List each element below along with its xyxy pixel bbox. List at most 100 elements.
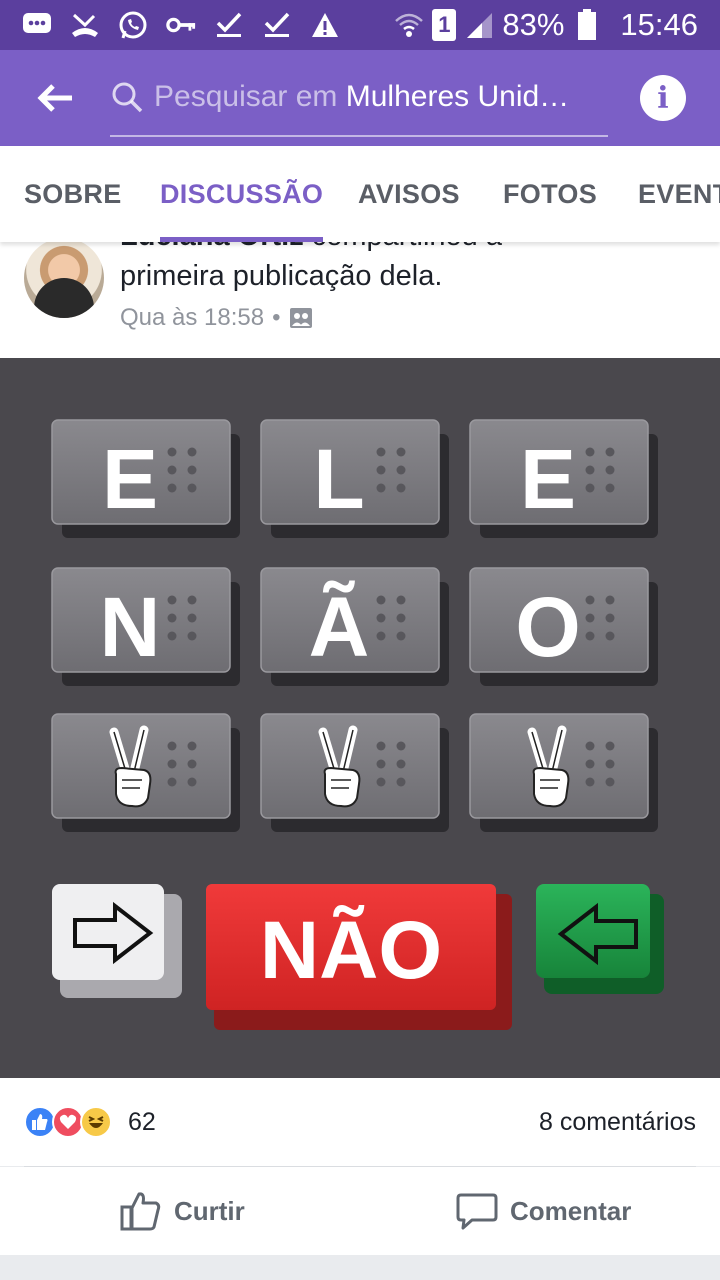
image-key: Ã bbox=[260, 567, 449, 686]
braille-dot bbox=[396, 613, 406, 623]
comments-count[interactable]: 8 comentários bbox=[539, 1108, 696, 1137]
braille-dot bbox=[376, 465, 386, 475]
braille-dot bbox=[585, 741, 595, 751]
braille-dot bbox=[187, 447, 197, 457]
key-icon bbox=[166, 10, 196, 40]
thumbs-up-icon bbox=[120, 1192, 161, 1231]
braille-dot bbox=[605, 613, 615, 623]
braille-dot bbox=[167, 741, 177, 751]
braille-dot bbox=[396, 447, 406, 457]
braille-dot bbox=[605, 759, 615, 769]
braille-dot bbox=[396, 595, 406, 605]
braille-dot bbox=[585, 759, 595, 769]
battery-icon bbox=[572, 9, 602, 40]
author-name[interactable]: Luciana Ortiz bbox=[120, 242, 304, 252]
reaction-icons[interactable] bbox=[24, 1106, 112, 1138]
comment-label: Comentar bbox=[510, 1195, 632, 1226]
tab-avisos[interactable]: AVISOS bbox=[358, 146, 460, 242]
back-arrow-icon bbox=[37, 84, 72, 112]
braille-dot bbox=[376, 595, 386, 605]
braille-dot bbox=[605, 631, 615, 641]
braille-dot bbox=[187, 741, 197, 751]
comment-button[interactable]: Comentar bbox=[456, 1167, 631, 1255]
key-letter: L bbox=[313, 432, 364, 526]
braille-dot bbox=[605, 483, 615, 493]
braille-dot bbox=[605, 465, 615, 475]
keyboard-image: E L EN Ã O NÃO bbox=[51, 419, 664, 1030]
tab-fotos[interactable]: FOTOS bbox=[503, 146, 597, 242]
braille-dot bbox=[187, 613, 197, 623]
braille-dot bbox=[396, 483, 406, 493]
braille-dot bbox=[187, 759, 197, 769]
braille-dot bbox=[167, 483, 177, 493]
braille-dot bbox=[167, 465, 177, 475]
tab-sobre[interactable]: SOBRE bbox=[24, 146, 122, 242]
braille-dot bbox=[585, 777, 595, 787]
braille-dot bbox=[376, 741, 386, 751]
sim-slot-badge: 1 bbox=[432, 9, 457, 41]
braille-dot bbox=[167, 759, 177, 769]
image-key: L bbox=[260, 419, 449, 538]
chat-icon bbox=[22, 10, 52, 40]
braille-dot bbox=[605, 777, 615, 787]
braille-dot bbox=[167, 447, 177, 457]
search-icon bbox=[112, 82, 143, 113]
braille-dot bbox=[585, 483, 595, 493]
braille-dot bbox=[605, 447, 615, 457]
wifi-icon bbox=[394, 10, 424, 40]
braille-dot bbox=[167, 631, 177, 641]
group-tabs: SOBRE DISCUSSÃO AVISOS FOTOS EVENT bbox=[0, 146, 720, 242]
arrow-left-key bbox=[536, 884, 664, 994]
feed-gap bbox=[0, 1255, 720, 1280]
meta-separator: • bbox=[272, 304, 281, 331]
status-bar: 1 83% 15:46 bbox=[0, 0, 720, 50]
braille-dot bbox=[187, 465, 197, 475]
reaction-count[interactable]: 62 bbox=[128, 1108, 156, 1137]
post-actions: Curtir Comentar bbox=[0, 1167, 720, 1255]
braille-dot bbox=[605, 595, 615, 605]
braille-dot bbox=[396, 777, 406, 787]
group-icon bbox=[289, 308, 312, 328]
braille-dot bbox=[376, 483, 386, 493]
signal-icon bbox=[464, 10, 494, 40]
braille-dot bbox=[605, 741, 615, 751]
search-input[interactable]: Pesquisar em Mulheres Unid… bbox=[110, 59, 608, 137]
key-letter: N bbox=[100, 580, 161, 674]
image-key: E bbox=[469, 419, 658, 538]
search-placeholder: Pesquisar em Mulheres Unid… bbox=[154, 80, 570, 113]
image-key: O bbox=[469, 567, 658, 686]
braille-dot bbox=[396, 759, 406, 769]
tab-discussao[interactable]: DISCUSSÃO bbox=[160, 146, 324, 242]
like-label: Curtir bbox=[174, 1195, 245, 1226]
warning-icon bbox=[310, 10, 340, 40]
braille-dot bbox=[585, 447, 595, 457]
braille-dot bbox=[396, 631, 406, 641]
braille-dot bbox=[376, 759, 386, 769]
avatar[interactable] bbox=[24, 242, 104, 318]
tab-eventos[interactable]: EVENT bbox=[638, 146, 720, 242]
like-button[interactable]: Curtir bbox=[120, 1167, 245, 1255]
post-image[interactable]: ELENÃO NÃO bbox=[0, 358, 720, 1078]
key-letter: Ã bbox=[309, 580, 370, 674]
braille-dot bbox=[187, 483, 197, 493]
image-key bbox=[260, 713, 449, 832]
info-icon: i bbox=[657, 80, 669, 116]
nao-button-label: NÃO bbox=[260, 905, 442, 996]
braille-dot bbox=[167, 613, 177, 623]
comment-icon bbox=[456, 1193, 498, 1230]
braille-dot bbox=[376, 631, 386, 641]
whatsapp-icon bbox=[118, 10, 148, 40]
key-letter: O bbox=[515, 580, 580, 674]
image-key bbox=[469, 713, 658, 832]
reactions-bar: 62 8 comentários bbox=[0, 1078, 720, 1166]
info-button[interactable]: i bbox=[640, 75, 686, 121]
back-button[interactable] bbox=[0, 50, 110, 146]
clock: 15:46 bbox=[620, 7, 698, 42]
haha-icon bbox=[80, 1106, 112, 1138]
braille-dot bbox=[396, 465, 406, 475]
app-bar: Pesquisar em Mulheres Unid… i bbox=[0, 50, 720, 146]
post-timestamp[interactable]: Qua às 18:58 bbox=[120, 304, 264, 332]
braille-dot bbox=[167, 777, 177, 787]
braille-dot bbox=[585, 595, 595, 605]
missed-call-icon bbox=[70, 10, 100, 40]
